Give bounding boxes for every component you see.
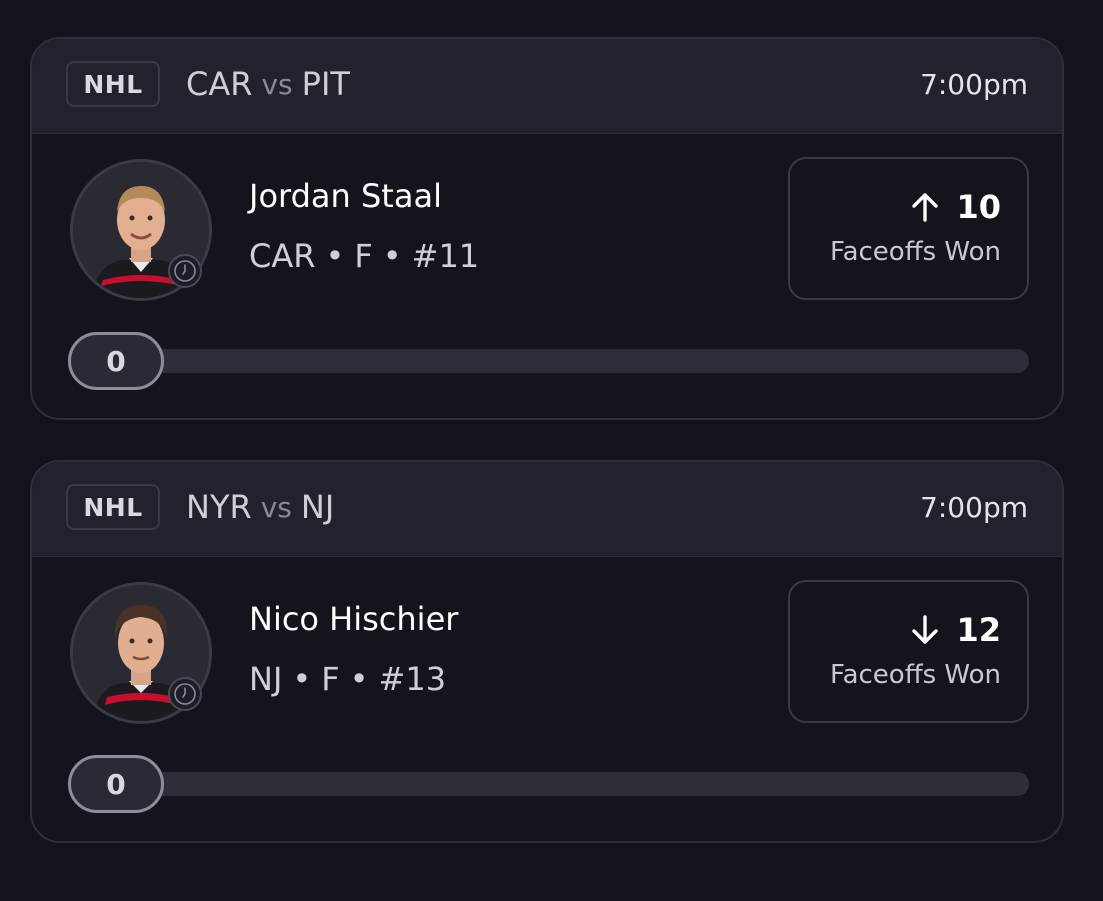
separator: •: [325, 237, 345, 275]
player-name: Jordan Staal: [249, 177, 442, 215]
arrow-down-icon: [912, 615, 939, 644]
league-badge: NHL: [66, 484, 160, 530]
player-position: F: [354, 237, 373, 275]
stat-value: 12: [956, 611, 1001, 649]
separator: •: [292, 660, 312, 698]
matchup: NYR vs NJ: [186, 484, 334, 530]
home-team: NYR: [186, 488, 252, 526]
card-header: NHL NYR vs NJ 7:00pm: [32, 462, 1062, 557]
arrow-up-icon: [912, 193, 939, 222]
progress-value: 0: [68, 332, 164, 390]
player-position: F: [321, 660, 340, 698]
stat-line-box[interactable]: 10 Faceoffs Won: [788, 157, 1029, 300]
clock-icon: [168, 254, 202, 288]
vs-label: vs: [261, 67, 293, 101]
league-badge: NHL: [66, 61, 160, 107]
player-team: CAR: [249, 237, 316, 275]
stat-line: 12: [908, 610, 1001, 650]
matchup: CAR vs PIT: [186, 61, 350, 107]
stat-line-box[interactable]: 12 Faceoffs Won: [788, 580, 1029, 723]
stat-label: Faceoffs Won: [830, 237, 1001, 267]
prop-card[interactable]: NHL NYR vs NJ 7:00pm Nico Hischier NJ•: [30, 460, 1064, 843]
player-team: NJ: [249, 660, 283, 698]
player-name: Nico Hischier: [249, 600, 459, 638]
prop-card[interactable]: NHL CAR vs PIT 7:00pm Jordan Staal CAR •…: [30, 37, 1064, 420]
vs-label: vs: [260, 490, 292, 524]
progress-track: [92, 349, 1029, 373]
game-time: 7:00pm: [920, 490, 1028, 524]
separator: •: [349, 660, 369, 698]
player-meta: NJ • F • #13: [249, 660, 446, 698]
stat-line: 10: [908, 187, 1001, 227]
player-meta: CAR • F • #11: [249, 237, 479, 275]
player-number: #13: [378, 660, 447, 698]
card-header: NHL CAR vs PIT 7:00pm: [32, 39, 1062, 134]
player-number: #11: [411, 237, 480, 275]
clock-icon: [168, 677, 202, 711]
away-team: NJ: [300, 488, 335, 526]
progress-value: 0: [68, 755, 164, 813]
stat-label: Faceoffs Won: [830, 660, 1001, 690]
progress-track: [92, 772, 1029, 796]
away-team: PIT: [301, 65, 350, 103]
separator: •: [382, 237, 402, 275]
stat-value: 10: [956, 188, 1001, 226]
home-team: CAR: [186, 65, 253, 103]
game-time: 7:00pm: [920, 67, 1028, 101]
